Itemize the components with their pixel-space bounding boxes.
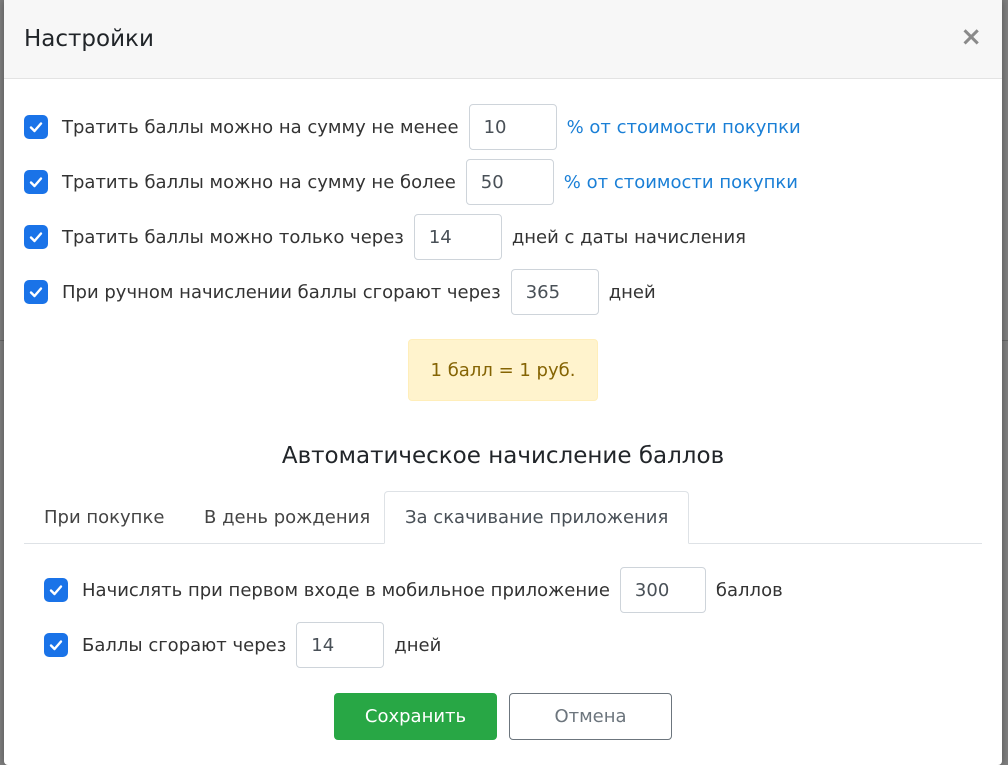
checkmark-icon — [29, 122, 43, 133]
max-spend-suffix: % от стоимости покупки — [563, 171, 798, 193]
max-spend-input[interactable] — [465, 159, 554, 205]
app-bonus-label: Начислять при первом входе в мобильное п… — [82, 579, 610, 601]
app-bonus-expiry-label: Баллы сгорают через — [82, 634, 287, 656]
dialog-header: Настройки × — [4, 0, 1002, 79]
app-bonus-expiry-checkbox[interactable] — [44, 633, 68, 657]
tab-app-download[interactable]: За скачивание приложения — [384, 491, 690, 544]
setting-row-manual-expiry: При ручном начислении баллы сгорают чере… — [24, 268, 656, 316]
save-button[interactable]: Сохранить — [334, 693, 497, 740]
tab-birthday[interactable]: В день рождения — [184, 491, 390, 543]
checkmark-icon — [49, 585, 63, 596]
min-spend-suffix: % от стоимости покупки — [566, 116, 801, 138]
app-bonus-expiry-input[interactable] — [296, 622, 385, 668]
cancel-button[interactable]: Отмена — [509, 693, 672, 740]
checkmark-icon — [29, 177, 43, 188]
tab-purchase[interactable]: При покупке — [24, 491, 184, 543]
app-bonus-expiry-row: Баллы сгорают через дней — [44, 621, 441, 669]
spend-delay-input[interactable] — [413, 214, 502, 260]
auto-accrual-title: Автоматическое начисление баллов — [281, 443, 725, 469]
min-spend-checkbox[interactable] — [24, 115, 48, 139]
app-bonus-expiry-suffix: дней — [394, 634, 442, 656]
manual-expiry-label: При ручном начислении баллы сгорают чере… — [62, 281, 501, 303]
close-button[interactable]: × — [960, 22, 982, 52]
app-bonus-suffix: баллов — [715, 579, 783, 601]
spend-delay-checkbox[interactable] — [24, 225, 48, 249]
checkmark-icon — [49, 640, 63, 651]
auto-accrual-tabs: При покупке В день рождения За скачивани… — [24, 491, 982, 544]
app-bonus-checkbox[interactable] — [44, 578, 68, 602]
min-spend-input[interactable] — [468, 104, 557, 150]
checkmark-icon — [29, 232, 43, 243]
checkmark-icon — [29, 287, 43, 298]
max-spend-label: Тратить баллы можно на сумму не более — [62, 171, 456, 193]
setting-row-spend-delay: Тратить баллы можно только через дней с … — [24, 213, 746, 261]
setting-row-max-spend: Тратить баллы можно на сумму не более % … — [24, 158, 798, 206]
rate-notice: 1 балл = 1 руб. — [408, 339, 598, 401]
min-spend-label: Тратить баллы можно на сумму не менее — [62, 116, 459, 138]
manual-expiry-checkbox[interactable] — [24, 280, 48, 304]
setting-row-min-spend: Тратить баллы можно на сумму не менее % … — [24, 103, 801, 151]
spend-delay-suffix: дней с даты начисления — [511, 226, 746, 248]
manual-expiry-suffix: дней — [608, 281, 656, 303]
settings-dialog: Настройки × Тратить баллы можно на сумму… — [4, 0, 1002, 765]
spend-delay-label: Тратить баллы можно только через — [62, 226, 404, 248]
manual-expiry-input[interactable] — [510, 269, 599, 315]
app-bonus-row: Начислять при первом входе в мобильное п… — [44, 566, 783, 614]
dialog-title: Настройки — [24, 26, 154, 52]
max-spend-checkbox[interactable] — [24, 170, 48, 194]
app-bonus-input[interactable] — [619, 567, 706, 613]
